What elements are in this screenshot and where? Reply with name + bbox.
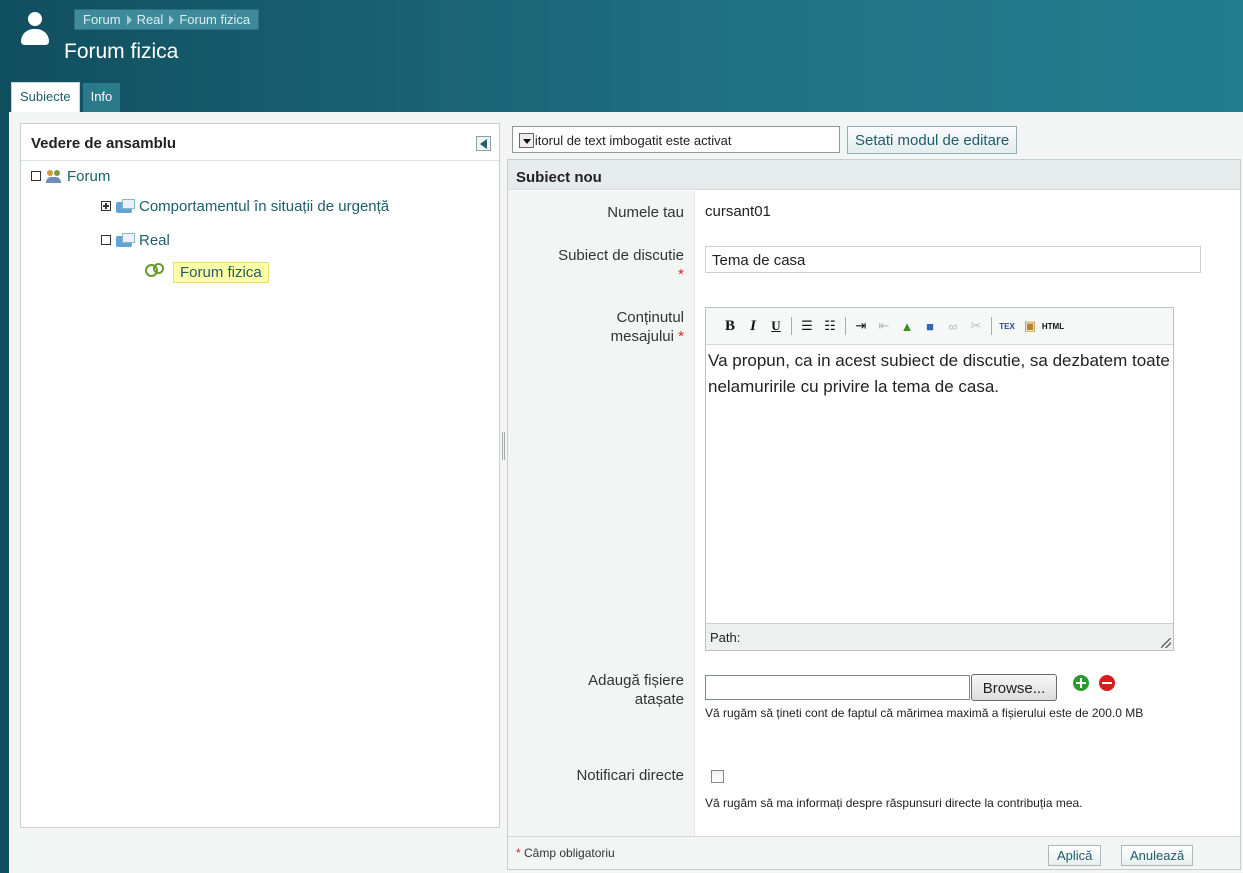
required-marker: *	[678, 266, 684, 283]
content-label: Conținutul mesajului *	[611, 308, 684, 346]
tree-item-forum-fizica[interactable]: Forum fizica	[143, 260, 269, 284]
new-topic-form: Subiect nou Numele tau Subiect de discut…	[507, 159, 1241, 870]
resize-handle-icon[interactable]	[1161, 638, 1171, 648]
content-area: Vedere de ansamblu Forum Comportamentul …	[9, 112, 1243, 873]
content-label-line2: mesajului	[610, 328, 674, 345]
notify-hint: Vă rugăm să ma informați despre răspunsu…	[705, 796, 1083, 810]
overview-panel-header: Vedere de ansamblu	[21, 124, 499, 161]
unlink-icon[interactable]: ✂	[966, 316, 986, 336]
users-icon	[46, 169, 62, 183]
editor-path-bar: Path:	[706, 623, 1173, 650]
tree-label-comportamentul[interactable]: Comportamentul în situații de urgență	[139, 198, 389, 215]
breadcrumb-item-forum-fizica[interactable]: Forum fizica	[169, 10, 258, 29]
tree-label-real[interactable]: Real	[139, 232, 170, 249]
overview-title: Vedere de ansamblu	[31, 135, 177, 152]
attach-label: Adaugă fișiere atașate	[588, 671, 684, 709]
content-label-line1: Conținutul	[616, 309, 684, 326]
required-note: * Câmp obligatoriu	[516, 846, 615, 860]
chevron-down-icon[interactable]	[519, 133, 534, 148]
toolbar-divider	[791, 317, 792, 335]
tree-expand-icon[interactable]	[101, 201, 111, 211]
add-file-icon[interactable]	[1073, 675, 1089, 691]
cancel-button[interactable]: Anulează	[1121, 845, 1194, 866]
required-marker: *	[516, 846, 521, 860]
outdent-icon[interactable]: ⇤	[874, 316, 894, 336]
page-title: Forum fizica	[64, 40, 179, 63]
paste-icon[interactable]: ▣	[1020, 316, 1040, 336]
breadcrumb-item-real[interactable]: Real	[126, 10, 172, 29]
remove-file-icon[interactable]	[1099, 675, 1115, 691]
tree-collapse-icon[interactable]	[31, 171, 41, 181]
tree-item-real[interactable]: Real	[101, 230, 170, 250]
bold-icon[interactable]: B	[720, 316, 740, 336]
html-icon[interactable]: HTML	[1042, 316, 1064, 336]
tree-item-forum[interactable]: Forum	[31, 166, 110, 186]
forum-icon	[143, 263, 165, 281]
breadcrumb-item-forum[interactable]: Forum	[75, 10, 129, 29]
file-path-input[interactable]	[705, 675, 970, 700]
left-edge-bar	[0, 0, 9, 873]
attach-hint: Vă rugăm să țineti cont de faptul că măr…	[705, 706, 1144, 720]
apply-button[interactable]: Aplică	[1048, 845, 1102, 866]
form-footer: * Câmp obligatoriu Aplică Anulează	[508, 836, 1240, 869]
collapse-panel-button[interactable]	[476, 136, 491, 151]
editor-mode-value: Editorul de text imbogatit este activat	[519, 133, 732, 148]
name-value: cursant01	[705, 203, 771, 220]
link-icon[interactable]: ∞	[943, 316, 963, 336]
editor-mode-select[interactable]: Editorul de text imbogatit este activat	[512, 126, 840, 153]
tree-item-comportamentul[interactable]: Comportamentul în situații de urgență	[101, 196, 389, 216]
editor-toolbar: B I U ☰ ☷ ⇥ ⇤ ▲ ■ ∞ ✂ TEX ▣ HTML	[706, 308, 1173, 345]
tree-collapse-icon[interactable]	[101, 235, 111, 245]
tab-info[interactable]: Info	[82, 83, 121, 112]
underline-icon[interactable]: U	[766, 316, 786, 336]
attach-label-line2: atașate	[634, 691, 684, 708]
subject-input[interactable]: Tema de casa	[705, 246, 1201, 273]
required-marker: *	[678, 328, 684, 345]
notify-checkbox[interactable]	[711, 770, 724, 783]
user-avatar-icon	[17, 12, 53, 48]
italic-icon[interactable]: I	[743, 316, 763, 336]
tab-subiecte[interactable]: Subiecte	[11, 82, 80, 112]
browse-button[interactable]: Browse...	[971, 674, 1057, 701]
message-editor[interactable]: B I U ☰ ☷ ⇥ ⇤ ▲ ■ ∞ ✂ TEX ▣ HTML Va prop…	[705, 307, 1174, 651]
header: Forum Real Forum fizica Forum fizica Sub…	[9, 0, 1243, 112]
notify-label: Notificari directe	[576, 767, 684, 784]
tab-bar: Subiecte Info	[11, 82, 123, 112]
image-icon[interactable]: ▲	[897, 316, 917, 336]
name-label: Numele tau	[607, 204, 684, 221]
form-section-title: Subiect nou	[508, 160, 1240, 190]
panel-splitter-handle[interactable]	[502, 432, 505, 460]
toolbar-divider	[845, 317, 846, 335]
folder-icon	[116, 199, 135, 213]
subject-label: Subiect de discutie *	[558, 246, 684, 284]
set-editor-mode-button[interactable]: Setati modul de editare	[847, 126, 1018, 154]
breadcrumb: Forum Real Forum fizica	[74, 9, 260, 30]
numbered-list-icon[interactable]: ☷	[820, 316, 840, 336]
indent-icon[interactable]: ⇥	[851, 316, 871, 336]
required-note-text: Câmp obligatoriu	[524, 846, 615, 860]
tree-label-forum-fizica[interactable]: Forum fizica	[173, 261, 269, 283]
tex-icon[interactable]: TEX	[997, 316, 1017, 336]
form-label-column: Numele tau Subiect de discutie * Conținu…	[508, 191, 695, 837]
attach-label-line1: Adaugă fișiere	[588, 672, 684, 689]
tree-label-forum[interactable]: Forum	[67, 168, 110, 185]
message-text[interactable]: Va propun, ca in acest subiect de discut…	[706, 345, 1173, 621]
folder-icon	[116, 233, 135, 247]
subject-label-text: Subiect de discutie	[558, 247, 684, 264]
overview-panel: Vedere de ansamblu Forum Comportamentul …	[20, 123, 500, 828]
media-icon[interactable]: ■	[920, 316, 940, 336]
toolbar-divider	[991, 317, 992, 335]
bullet-list-icon[interactable]: ☰	[797, 316, 817, 336]
path-label: Path:	[710, 630, 741, 645]
